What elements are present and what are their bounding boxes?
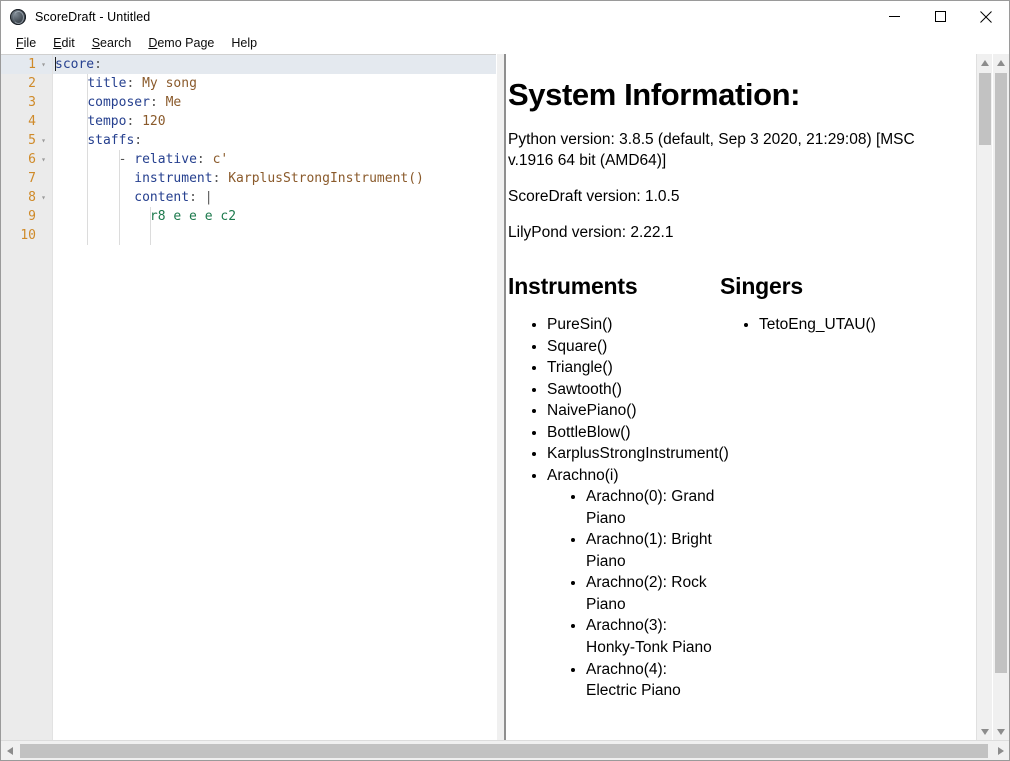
menu-edit[interactable]: Edit [45, 35, 84, 51]
line-number: 1 ▾ [1, 55, 52, 74]
outer-scroll-down-arrow[interactable] [993, 723, 1009, 740]
system-info-content: System Information: Python version: 3.8.… [506, 54, 976, 740]
inner-vertical-scrollbar[interactable] [976, 54, 992, 740]
title-bar: ScoreDraft - Untitled [1, 1, 1009, 32]
list-item: Arachno(i)Arachno(0): Grand PianoArachno… [547, 465, 720, 702]
list-item: NaivePiano() [547, 400, 720, 422]
lists-columns: Instruments PureSin()Square()Triangle()S… [508, 273, 968, 702]
list-item: Sawtooth() [547, 379, 720, 401]
indent-guide [118, 226, 120, 245]
indent-guide [87, 112, 89, 131]
outer-scroll-thumb[interactable] [995, 73, 1007, 673]
code-line[interactable]: instrument: KarplusStrongInstrument() [53, 169, 496, 188]
indent-guide [149, 226, 151, 245]
inner-scroll-up-arrow[interactable] [977, 54, 993, 71]
scoredraft-version-text: ScoreDraft version: 1.0.5 [508, 187, 680, 205]
indent-guide [87, 188, 89, 207]
line-number: 2 [28, 76, 36, 91]
app-icon [10, 8, 26, 25]
menu-search[interactable]: Search [84, 35, 141, 51]
indent-guide [118, 207, 120, 226]
minimize-button[interactable] [871, 1, 917, 32]
indent-guide [87, 74, 89, 93]
code-line[interactable] [53, 226, 496, 245]
indent-guide [118, 188, 120, 207]
singers-column: Singers TetoEng_UTAU() [720, 273, 960, 702]
menu-help[interactable]: Help [223, 35, 266, 51]
code-text-area[interactable]: score: title: My song composer: Me tempo… [53, 55, 496, 740]
main-split-area: 1 ▾ 2 3 4 5 ▾ 6 ▾ 7 8 ▾ 9 10 score: title: My song co… [1, 54, 1009, 740]
singers-heading: Singers [720, 273, 803, 300]
system-info-pane: System Information: Python version: 3.8.… [506, 54, 1009, 740]
list-item: KarplusStrongInstrument() [547, 443, 729, 465]
line-number: 8 ▾ [1, 188, 52, 207]
outer-scroll-up-arrow[interactable] [993, 54, 1009, 71]
arachno-sublist: Arachno(0): Grand PianoArachno(1): Brigh… [547, 486, 720, 701]
list-item: PureSin() [547, 314, 720, 336]
code-line[interactable]: title: My song [53, 74, 496, 93]
fold-toggle-icon[interactable]: ▾ [39, 55, 48, 74]
code-line[interactable]: score: [53, 55, 496, 74]
indent-guide [87, 150, 89, 169]
indent-guide [118, 150, 120, 169]
singers-list: TetoEng_UTAU() [720, 314, 960, 336]
application-window: ScoreDraft - Untitled File Edit Search D… [0, 0, 1010, 761]
indent-guide [149, 207, 151, 226]
indent-guide [118, 169, 120, 188]
window-title: ScoreDraft - Untitled [35, 9, 151, 24]
indent-guide [87, 131, 89, 150]
inner-scroll-thumb[interactable] [979, 73, 991, 145]
list-item: Triangle() [547, 357, 720, 379]
list-item: Arachno(3): Honky-Tonk Piano [586, 615, 720, 658]
instruments-heading: Instruments [508, 273, 638, 300]
list-item: Square() [547, 336, 720, 358]
menu-bar: File Edit Search Demo Page Help [1, 32, 1009, 54]
line-number: 4 [28, 114, 36, 129]
indent-guide [87, 169, 89, 188]
list-item: Arachno(2): Rock Piano [586, 572, 720, 615]
instruments-column: Instruments PureSin()Square()Triangle()S… [508, 273, 729, 702]
code-line[interactable]: r8 e e e c2 [53, 207, 496, 226]
lilypond-version-text: LilyPond version: 2.22.1 [508, 223, 674, 241]
line-number-gutter: 1 ▾ 2 3 4 5 ▾ 6 ▾ 7 8 ▾ 9 10 [1, 55, 53, 740]
inner-scroll-down-arrow[interactable] [977, 723, 993, 740]
maximize-button[interactable] [917, 1, 963, 32]
list-item: TetoEng_UTAU() [759, 314, 960, 336]
hscroll-left-arrow[interactable] [1, 741, 18, 760]
line-number: 10 [20, 228, 36, 243]
python-version-text: Python version: 3.8.5 (default, Sep 3 20… [508, 130, 915, 169]
menu-file[interactable]: File [8, 35, 45, 51]
horizontal-scrollbar[interactable] [1, 740, 1009, 760]
close-button[interactable] [963, 1, 1009, 32]
list-item: BottleBlow() [547, 422, 720, 444]
fold-toggle-icon[interactable]: ▾ [39, 150, 48, 169]
instruments-list: PureSin()Square()Triangle()Sawtooth()Nai… [508, 314, 729, 702]
outer-vertical-scrollbar[interactable] [993, 54, 1009, 740]
indent-guide [87, 226, 89, 245]
line-number: 9 [28, 209, 36, 224]
code-line[interactable]: - relative: c' [53, 150, 496, 169]
list-item: Arachno(0): Grand Piano [586, 486, 720, 529]
list-item: Arachno(1): Bright Piano [586, 529, 720, 572]
line-number: 6 ▾ [1, 150, 52, 169]
window-controls [871, 1, 1009, 32]
line-number: 5 ▾ [1, 131, 52, 150]
code-line[interactable]: tempo: 120 [53, 112, 496, 131]
code-line[interactable]: content: | [53, 188, 496, 207]
indent-guide [87, 207, 89, 226]
page-title: System Information: [508, 77, 801, 112]
fold-toggle-icon[interactable]: ▾ [39, 131, 48, 150]
hscroll-thumb[interactable] [20, 744, 988, 758]
list-item: Arachno(4): Electric Piano [586, 659, 720, 702]
code-editor-pane[interactable]: 1 ▾ 2 3 4 5 ▾ 6 ▾ 7 8 ▾ 9 10 score: title: My song co… [1, 54, 496, 740]
fold-toggle-icon[interactable]: ▾ [39, 188, 48, 207]
line-number: 3 [28, 95, 36, 110]
code-line[interactable]: composer: Me [53, 93, 496, 112]
hscroll-right-arrow[interactable] [992, 741, 1009, 760]
menu-demo-page[interactable]: Demo Page [140, 35, 223, 51]
code-line[interactable]: staffs: [53, 131, 496, 150]
line-number: 7 [28, 171, 36, 186]
indent-guide [87, 93, 89, 112]
